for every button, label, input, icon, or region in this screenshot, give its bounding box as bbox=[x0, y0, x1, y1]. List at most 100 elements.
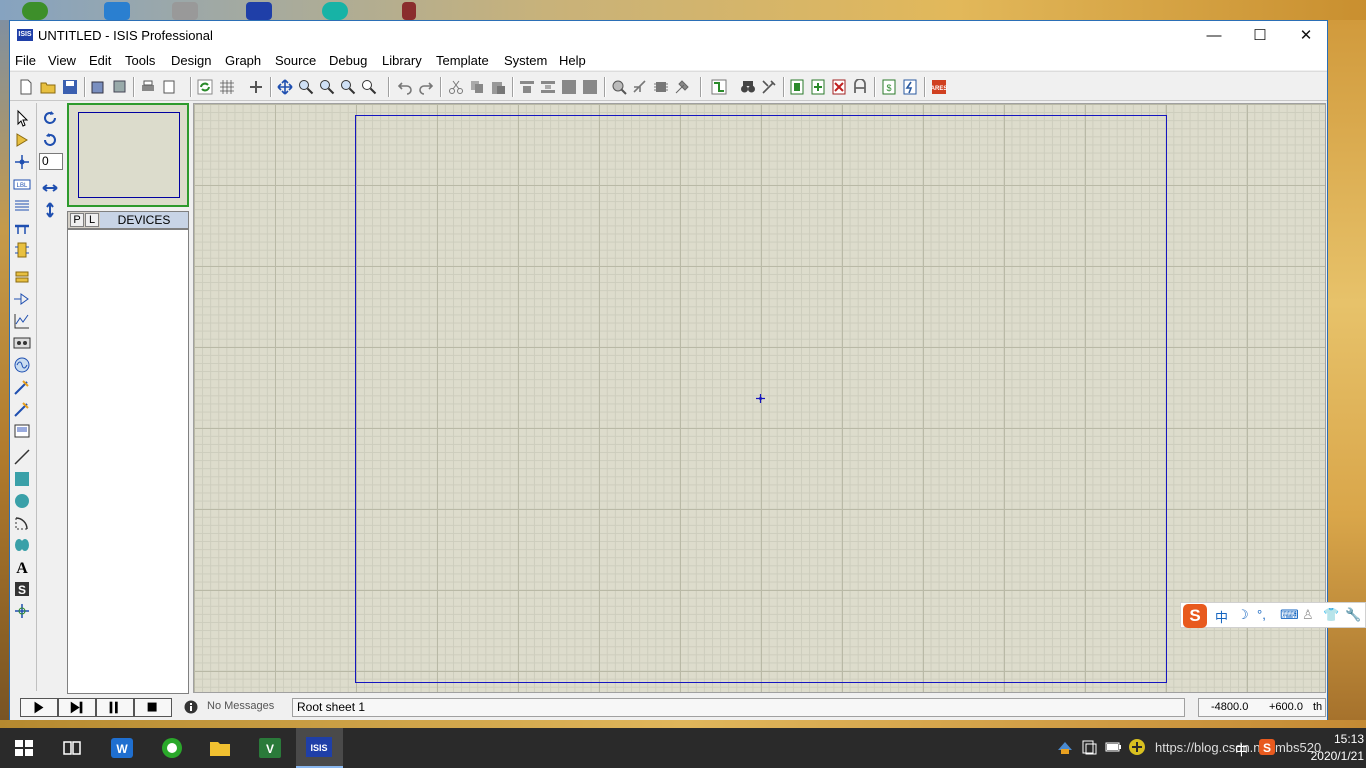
search-tag-icon[interactable] bbox=[740, 79, 756, 95]
new-file-icon[interactable] bbox=[18, 79, 34, 95]
rotate-anticlockwise-icon[interactable] bbox=[41, 131, 59, 149]
menu-system[interactable]: System bbox=[504, 53, 547, 68]
junction-dot-mode-icon[interactable] bbox=[13, 153, 31, 171]
browser-app-icon[interactable] bbox=[160, 736, 184, 760]
pause-button[interactable] bbox=[96, 698, 134, 717]
desktop-icon-4[interactable] bbox=[246, 2, 272, 20]
save-icon[interactable] bbox=[62, 79, 78, 95]
user-icon[interactable]: ♙ bbox=[1302, 607, 1314, 623]
menu-library[interactable]: Library bbox=[382, 53, 422, 68]
x-mirror-icon[interactable] bbox=[41, 179, 59, 197]
block-copy-icon[interactable] bbox=[519, 79, 535, 95]
closed-path-mode-icon[interactable] bbox=[13, 536, 31, 554]
line-mode-icon[interactable] bbox=[13, 448, 31, 466]
editor-app-icon[interactable]: V bbox=[258, 736, 282, 760]
origin-icon[interactable] bbox=[248, 79, 264, 95]
netlist-to-ares-icon[interactable]: ARES bbox=[931, 79, 947, 95]
rotation-angle-field[interactable]: 0 bbox=[39, 153, 63, 170]
selection-mode-icon[interactable] bbox=[13, 109, 31, 127]
box-mode-icon[interactable] bbox=[13, 470, 31, 488]
menu-design[interactable]: Design bbox=[171, 53, 211, 68]
voltage-probe-mode-icon[interactable] bbox=[13, 378, 31, 396]
close-button[interactable]: ✕ bbox=[1283, 21, 1329, 50]
step-button[interactable] bbox=[58, 698, 96, 717]
settings-wrench-icon[interactable]: 🔧 bbox=[1345, 607, 1361, 623]
export-section-icon[interactable] bbox=[111, 79, 127, 95]
print-icon[interactable] bbox=[140, 79, 156, 95]
cut-icon[interactable] bbox=[448, 79, 464, 95]
refresh-icon[interactable] bbox=[197, 79, 213, 95]
desktop-icon-6[interactable] bbox=[402, 2, 416, 20]
block-rotate-icon[interactable] bbox=[561, 79, 577, 95]
text-mode-icon[interactable]: A bbox=[13, 558, 31, 576]
network-status-icon[interactable] bbox=[1056, 738, 1074, 756]
minimize-button[interactable]: — bbox=[1191, 21, 1237, 50]
start-windows-icon[interactable] bbox=[12, 736, 36, 760]
buses-mode-icon[interactable] bbox=[13, 219, 31, 237]
app-icon[interactable]: ISIS bbox=[17, 29, 33, 41]
desktop-icon-5[interactable] bbox=[322, 2, 348, 20]
sogou-logo-icon[interactable]: S bbox=[1183, 604, 1207, 628]
undo-icon[interactable] bbox=[397, 79, 413, 95]
system-clock[interactable]: 15:13 2020/1/21 bbox=[1300, 731, 1364, 765]
task-view-icon[interactable] bbox=[60, 736, 84, 760]
title-bar[interactable]: ISIS UNTITLED - ISIS Professional — ☐ ✕ bbox=[10, 21, 1327, 50]
exit-to-parent-icon[interactable] bbox=[852, 79, 868, 95]
menu-tools[interactable]: Tools bbox=[125, 53, 155, 68]
circle-mode-icon[interactable] bbox=[13, 492, 31, 510]
menu-debug[interactable]: Debug bbox=[329, 53, 367, 68]
pan-icon[interactable] bbox=[277, 79, 293, 95]
stop-button[interactable] bbox=[134, 698, 172, 717]
punctuation-icon[interactable]: °, bbox=[1257, 607, 1266, 622]
battery-icon[interactable] bbox=[1104, 738, 1122, 756]
menu-graph[interactable]: Graph bbox=[225, 53, 261, 68]
ime-mode-toggle[interactable]: 中 bbox=[1215, 607, 1228, 626]
marker-mode-icon[interactable] bbox=[13, 602, 31, 620]
copy-icon[interactable] bbox=[469, 79, 485, 95]
current-probe-mode-icon[interactable] bbox=[13, 400, 31, 418]
wire-label-mode-icon[interactable]: LBL bbox=[13, 175, 31, 193]
play-button[interactable] bbox=[20, 698, 58, 717]
zoom-all-icon[interactable] bbox=[340, 79, 356, 95]
add-sheet-icon[interactable] bbox=[810, 79, 826, 95]
zoom-area-icon[interactable] bbox=[361, 79, 377, 95]
skin-icon[interactable]: 👕 bbox=[1323, 607, 1339, 623]
windows-security-icon[interactable] bbox=[1080, 738, 1098, 756]
plus-status-icon[interactable] bbox=[1128, 738, 1146, 756]
menu-help[interactable]: Help bbox=[559, 53, 586, 68]
messages-status[interactable]: No Messages bbox=[207, 700, 274, 712]
desktop-icon-2[interactable] bbox=[104, 2, 130, 20]
make-device-icon[interactable] bbox=[632, 79, 648, 95]
wps-app-icon[interactable]: W bbox=[110, 736, 134, 760]
packaging-tool-icon[interactable] bbox=[653, 79, 669, 95]
bill-of-materials-icon[interactable]: $ bbox=[881, 79, 897, 95]
open-folder-icon[interactable] bbox=[40, 79, 56, 95]
device-pins-mode-icon[interactable] bbox=[13, 290, 31, 308]
maximize-button[interactable]: ☐ bbox=[1237, 21, 1283, 50]
zoom-in-icon[interactable] bbox=[298, 79, 314, 95]
desktop-icon-1[interactable] bbox=[22, 2, 48, 20]
zoom-out-icon[interactable] bbox=[319, 79, 335, 95]
text-script-mode-icon[interactable] bbox=[13, 197, 31, 215]
subcircuit-mode-icon[interactable] bbox=[13, 241, 31, 259]
device-list[interactable] bbox=[67, 229, 189, 694]
component-mode-icon[interactable] bbox=[13, 131, 31, 149]
remove-sheet-icon[interactable] bbox=[831, 79, 847, 95]
y-mirror-icon[interactable] bbox=[41, 201, 59, 219]
sogou-tray-icon[interactable]: S bbox=[1258, 738, 1276, 756]
coordinate-units[interactable]: th bbox=[1313, 699, 1322, 716]
graph-mode-icon[interactable] bbox=[13, 312, 31, 330]
schematic-canvas[interactable] bbox=[193, 103, 1326, 693]
new-sheet-icon[interactable] bbox=[789, 79, 805, 95]
library-manager-button[interactable]: L bbox=[85, 213, 99, 227]
tape-recorder-mode-icon[interactable] bbox=[13, 334, 31, 352]
rotate-clockwise-icon[interactable] bbox=[41, 109, 59, 127]
virtual-instruments-mode-icon[interactable] bbox=[13, 422, 31, 440]
redo-icon[interactable] bbox=[418, 79, 434, 95]
generator-mode-icon[interactable] bbox=[13, 356, 31, 374]
decompose-icon[interactable] bbox=[674, 79, 690, 95]
import-section-icon[interactable] bbox=[90, 79, 106, 95]
symbol-mode-icon[interactable]: S bbox=[13, 580, 31, 598]
paste-icon[interactable] bbox=[490, 79, 506, 95]
menu-edit[interactable]: Edit bbox=[89, 53, 111, 68]
